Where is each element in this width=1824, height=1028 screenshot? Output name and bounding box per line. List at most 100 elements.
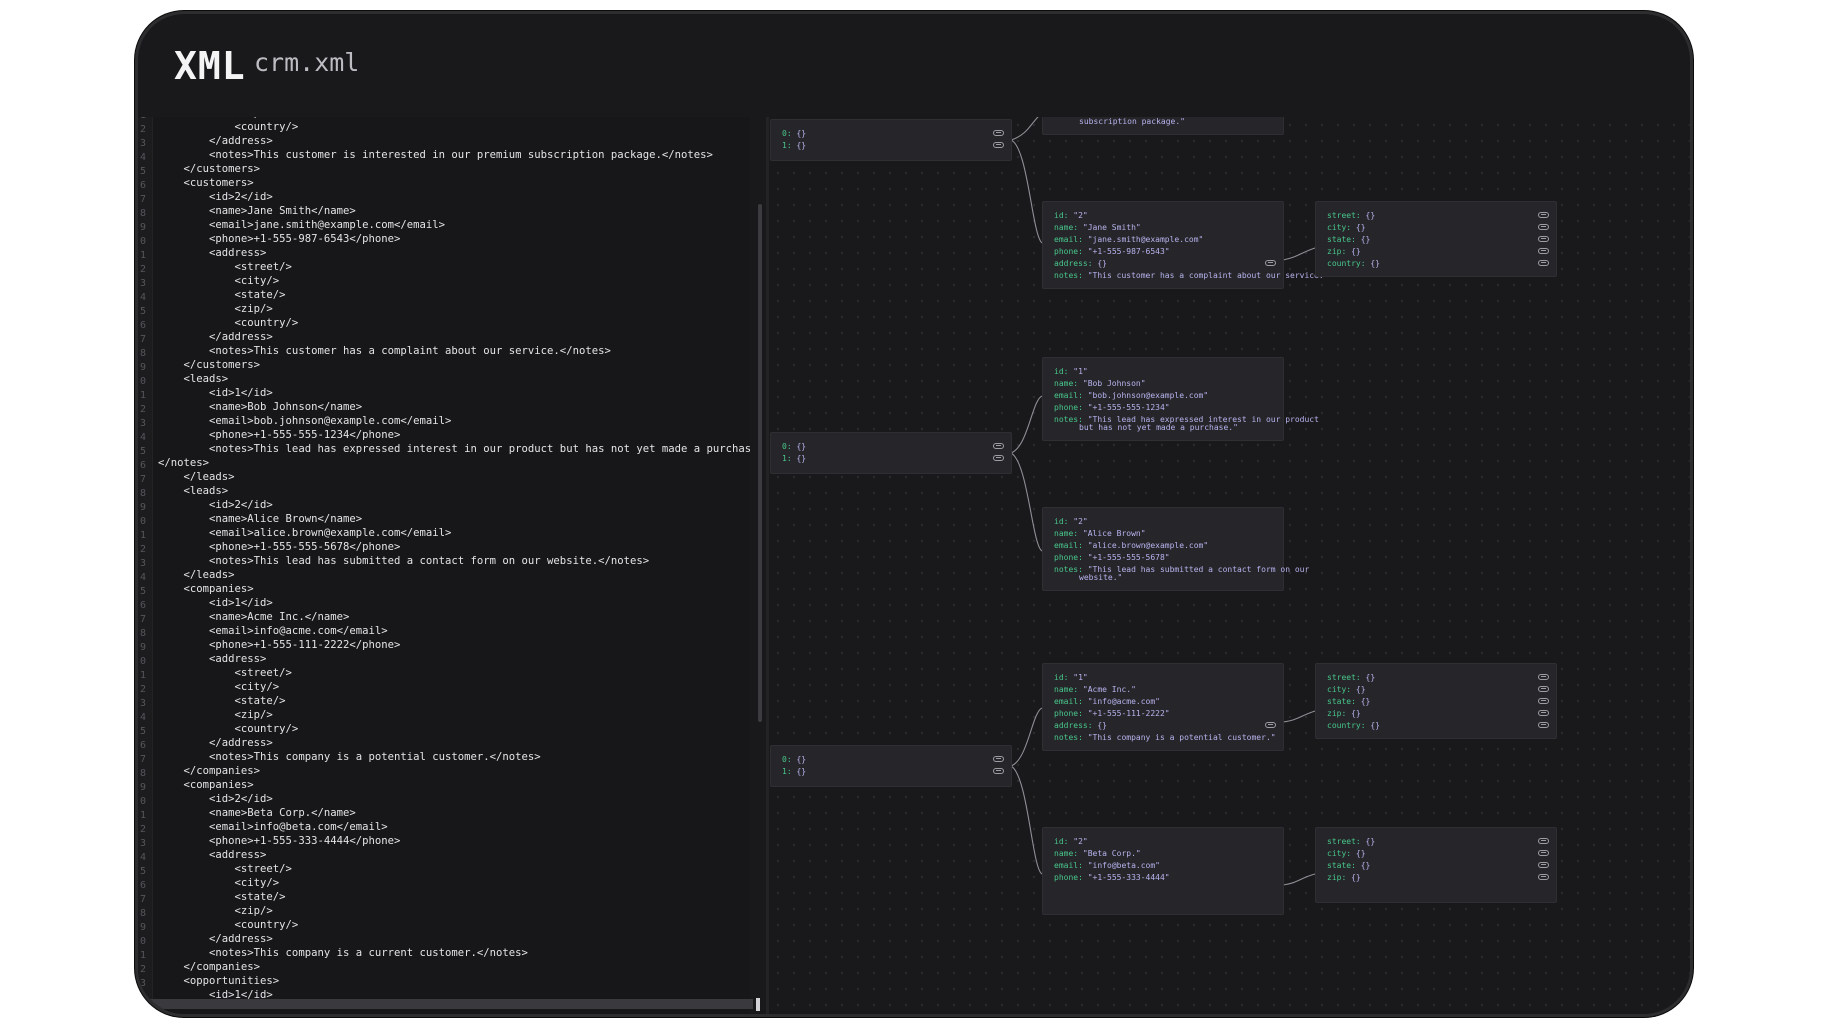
code-line[interactable]: <leads> (158, 484, 750, 498)
link-icon[interactable] (1538, 862, 1549, 868)
code-line[interactable]: <state/> (158, 288, 750, 302)
customer-1-node[interactable]: subscription package." (1042, 117, 1284, 135)
code-line[interactable]: <companies> (158, 582, 750, 596)
link-icon[interactable] (1538, 224, 1549, 230)
code-line[interactable]: </leads> (158, 568, 750, 582)
leads-array-node[interactable]: 0: {} 1: {} (770, 432, 1012, 474)
link-icon[interactable] (1538, 710, 1549, 716)
code-line[interactable]: <phone>+1-555-111-2222</phone> (158, 638, 750, 652)
code-line[interactable]: <city/> (158, 680, 750, 694)
code-line[interactable]: <name>Jane Smith</name> (158, 204, 750, 218)
code-content[interactable]: <zip/> <country/> </address> <notes>This… (158, 117, 750, 1002)
code-line[interactable]: <name>Bob Johnson</name> (158, 400, 750, 414)
code-line[interactable]: <notes>This lead has submitted a contact… (158, 554, 750, 568)
code-line[interactable]: </customers> (158, 162, 750, 176)
customer-2-address-node[interactable]: street: {} city: {} state: {} zip: {} co… (1315, 201, 1557, 277)
code-line[interactable]: <country/> (158, 120, 750, 134)
companies-array-node[interactable]: 0: {} 1: {} (770, 745, 1012, 787)
code-line[interactable]: <customers> (158, 176, 750, 190)
code-line[interactable]: <email>info@beta.com</email> (158, 820, 750, 834)
code-line[interactable]: <notes>This company is a current custome… (158, 946, 750, 960)
company-2-address-node[interactable]: street: {} city: {} state: {} zip: {} (1315, 827, 1557, 903)
code-line[interactable]: <phone>+1-555-555-5678</phone> (158, 540, 750, 554)
link-icon[interactable] (1538, 212, 1549, 218)
code-line[interactable]: <leads> (158, 372, 750, 386)
code-line[interactable]: </notes> (158, 456, 750, 470)
code-line[interactable]: <street/> (158, 260, 750, 274)
link-icon[interactable] (1538, 674, 1549, 680)
file-name[interactable]: crm.xml (254, 48, 359, 77)
graph-canvas[interactable]: 0: {} 1: {} subscription package." id: "… (770, 117, 1690, 1014)
code-line[interactable]: <zip/> (158, 904, 750, 918)
link-icon[interactable] (1538, 698, 1549, 704)
code-line[interactable]: <email>jane.smith@example.com</email> (158, 218, 750, 232)
code-line[interactable]: </address> (158, 932, 750, 946)
link-icon[interactable] (993, 768, 1004, 774)
code-line[interactable]: <phone>+1-555-555-1234</phone> (158, 428, 750, 442)
code-line[interactable]: <name>Alice Brown</name> (158, 512, 750, 526)
link-icon[interactable] (993, 455, 1004, 461)
code-line[interactable]: </companies> (158, 764, 750, 778)
code-line[interactable]: <address> (158, 246, 750, 260)
code-line[interactable]: <city/> (158, 274, 750, 288)
code-line[interactable]: <street/> (158, 862, 750, 876)
code-line[interactable]: <email>alice.brown@example.com</email> (158, 526, 750, 540)
link-icon[interactable] (993, 130, 1004, 136)
link-icon[interactable] (1265, 260, 1276, 266)
code-line[interactable]: </address> (158, 134, 750, 148)
code-line[interactable]: </address> (158, 736, 750, 750)
code-line[interactable]: <notes>This lead has expressed interest … (158, 442, 750, 456)
code-line[interactable]: <city/> (158, 876, 750, 890)
lead-1-node[interactable]: id: "1" name: "Bob Johnson" email: "bob.… (1042, 357, 1319, 441)
link-icon[interactable] (1538, 260, 1549, 266)
code-editor[interactable]: 1 2 3 4 5 6 7 8 9 0 1 2 3 4 5 6 7 8 9 0 1 2 3 4 5 6 7 8 9 0 1 2 3 4 5 6 7 8 9 0… (138, 117, 750, 1014)
code-line[interactable]: </leads> (158, 470, 750, 484)
code-line[interactable]: <opportunities> (158, 974, 750, 988)
code-line[interactable]: <email>info@acme.com</email> (158, 624, 750, 638)
link-icon[interactable] (1265, 722, 1276, 728)
panel-resize-divider[interactable] (766, 117, 769, 1014)
code-line[interactable]: <state/> (158, 890, 750, 904)
code-line[interactable]: <address> (158, 848, 750, 862)
link-icon[interactable] (1538, 850, 1549, 856)
link-icon[interactable] (1538, 236, 1549, 242)
code-line[interactable]: <id>2</id> (158, 498, 750, 512)
link-icon[interactable] (1538, 686, 1549, 692)
link-icon[interactable] (993, 142, 1004, 148)
code-line[interactable]: <state/> (158, 694, 750, 708)
company-2-node[interactable]: id: "2" name: "Beta Corp." email: "info@… (1042, 827, 1284, 915)
code-line[interactable]: <notes>This customer is interested in ou… (158, 148, 750, 162)
code-line[interactable]: <address> (158, 652, 750, 666)
link-icon[interactable] (1538, 874, 1549, 880)
code-line[interactable]: <street/> (158, 666, 750, 680)
editor-horizontal-scrollbar[interactable] (148, 999, 753, 1009)
code-line[interactable]: <zip/> (158, 708, 750, 722)
editor-vertical-scrollbar[interactable] (758, 204, 762, 722)
code-line[interactable]: <id>1</id> (158, 596, 750, 610)
code-line[interactable]: <country/> (158, 722, 750, 736)
code-line[interactable]: <phone>+1-555-333-4444</phone> (158, 834, 750, 848)
code-line[interactable]: <id>1</id> (158, 386, 750, 400)
link-icon[interactable] (1538, 248, 1549, 254)
code-line[interactable]: <country/> (158, 918, 750, 932)
code-line[interactable]: </address> (158, 330, 750, 344)
code-line[interactable]: <notes>This customer has a complaint abo… (158, 344, 750, 358)
link-icon[interactable] (1538, 722, 1549, 728)
link-icon[interactable] (1538, 838, 1549, 844)
code-line[interactable]: <id>2</id> (158, 792, 750, 806)
link-icon[interactable] (993, 443, 1004, 449)
company-1-address-node[interactable]: street: {} city: {} state: {} zip: {} co… (1315, 663, 1557, 739)
lead-2-node[interactable]: id: "2" name: "Alice Brown" email: "alic… (1042, 507, 1309, 591)
code-line[interactable]: </companies> (158, 960, 750, 974)
code-line[interactable]: <notes>This company is a potential custo… (158, 750, 750, 764)
code-line[interactable]: </customers> (158, 358, 750, 372)
code-line[interactable]: <country/> (158, 316, 750, 330)
code-line[interactable]: <id>2</id> (158, 190, 750, 204)
company-1-node[interactable]: id: "1" name: "Acme Inc." email: "info@a… (1042, 663, 1284, 751)
code-line[interactable]: <name>Acme Inc.</name> (158, 610, 750, 624)
code-line[interactable]: <phone>+1-555-987-6543</phone> (158, 232, 750, 246)
link-icon[interactable] (993, 756, 1004, 762)
code-line[interactable]: <name>Beta Corp.</name> (158, 806, 750, 820)
code-line[interactable]: <email>bob.johnson@example.com</email> (158, 414, 750, 428)
code-line[interactable]: <zip/> (158, 302, 750, 316)
